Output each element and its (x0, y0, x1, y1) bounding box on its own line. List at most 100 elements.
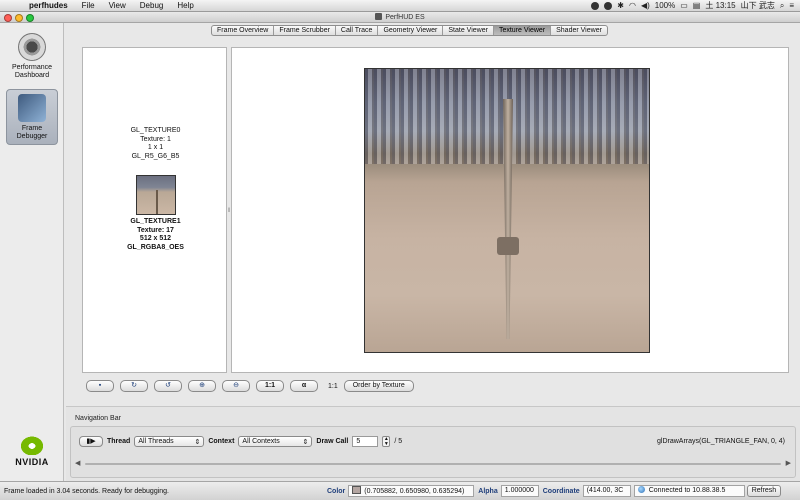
scrubber-track[interactable] (85, 463, 781, 465)
alpha-label: Alpha (478, 487, 498, 495)
bluetooth-icon[interactable]: ✱ (617, 1, 624, 10)
thread-value: All Threads (138, 438, 174, 445)
save-icon: ▪ (98, 382, 102, 389)
window-title: PerfHUD ES (0, 13, 800, 21)
alpha-toggle-button[interactable]: α (290, 380, 318, 392)
sync-icon[interactable] (604, 1, 613, 10)
menu-view[interactable]: View (102, 1, 133, 10)
spotlight-icon[interactable]: ⌕ (780, 1, 784, 11)
play-step-icon: ▮▶ (86, 438, 96, 445)
order-by-texture-button[interactable]: Order by Texture (343, 380, 414, 392)
connection-status: Connected to 10.88.38.5 (633, 485, 745, 497)
texture-view (231, 47, 789, 373)
menu-file[interactable]: File (75, 1, 102, 10)
tab-texture-viewer[interactable]: Texture Viewer (493, 26, 552, 35)
context-select[interactable]: All Contexts ⇕ (238, 436, 313, 447)
texture-format: GL_R5_G6_B5 (131, 152, 180, 160)
zoom-in-button[interactable]: ⊕ (188, 380, 216, 392)
frame-debugger-icon (18, 94, 46, 122)
texture-id: Texture: 17 (137, 226, 174, 234)
zoom-level: 1:1 (328, 382, 338, 390)
texture-image[interactable] (364, 68, 650, 353)
save-button[interactable]: ▪ (86, 380, 114, 392)
thread-label: Thread (107, 438, 131, 445)
tab-frame-scrubber[interactable]: Frame Scrubber (274, 26, 336, 35)
status-bar: Frame loaded in 3.04 seconds. Ready for … (0, 481, 800, 500)
scrub-right-icon[interactable]: ▶ (786, 459, 791, 467)
performance-dashboard-button[interactable]: Performance Dashboard (6, 33, 58, 80)
thread-select[interactable]: All Threads ⇕ (134, 436, 205, 447)
context-label: Context (208, 438, 235, 445)
menu-app[interactable]: perfhudes (22, 1, 75, 10)
frame-debugger-label: Frame Debugger (16, 125, 48, 140)
connection-text: Connected to 10.88.38.5 (648, 487, 726, 494)
frame-scrubber[interactable]: ◀ ▶ (75, 460, 791, 468)
color-field: (0.705882, 0.650980, 0.635294) (348, 485, 475, 497)
zoom-out-button[interactable]: ⊖ (222, 380, 250, 392)
texture-size: 512 x 512 (139, 235, 172, 242)
frame-debugger-button[interactable]: Frame Debugger (6, 89, 58, 145)
texture-unit: GL_TEXTURE0 (130, 127, 181, 134)
menu-help[interactable]: Help (170, 1, 200, 10)
wifi-icon[interactable]: ◠ (629, 1, 636, 10)
menu-extras: ✱ ◠ ◀) 100% ▭ ▤ 土 13:15 山下 武志 ⌕ ≡ (591, 0, 800, 11)
viewer-tabs: Frame Overview Frame Scrubber Call Trace… (211, 25, 608, 36)
gauge-icon (18, 33, 46, 61)
actual-size-button[interactable]: 1:1 (256, 380, 284, 392)
menu-user[interactable]: 山下 武志 (741, 0, 775, 11)
performance-dashboard-label: Performance Dashboard (11, 64, 53, 79)
zoom-out-icon: ⊖ (233, 382, 239, 389)
nvidia-wordmark: NVIDIA (15, 457, 49, 467)
status-message: Frame loaded in 3.04 seconds. Ready for … (4, 487, 169, 495)
menu-clock[interactable]: 土 13:15 (705, 0, 735, 11)
texture-toolbar: ▪ ↻ ↺ ⊕ ⊖ 1:1 α 1:1 Order by Texture (86, 380, 414, 392)
context-value: All Contexts (242, 438, 280, 445)
navigation-bar: Navigation Bar ▮▶ Thread All Threads ⇕ Co… (66, 406, 800, 481)
tab-frame-overview[interactable]: Frame Overview (212, 26, 275, 35)
tab-call-trace[interactable]: Call Trace (336, 26, 379, 35)
navigation-box: ▮▶ Thread All Threads ⇕ Context All Conte… (70, 426, 796, 478)
texture-format: GL_RGBA8_OES (127, 243, 184, 251)
draw-call-label: Draw Call (316, 438, 349, 445)
navigation-bar-title: Navigation Bar (75, 415, 121, 422)
tab-state-viewer[interactable]: State Viewer (443, 26, 494, 35)
scrub-left-icon[interactable]: ◀ (75, 459, 80, 467)
texture-size: 1 x 1 (147, 144, 164, 151)
status-app-icon[interactable] (591, 1, 600, 10)
menu-debug[interactable]: Debug (133, 1, 171, 10)
nvidia-logo: NVIDIA (8, 435, 56, 467)
chevron-down-icon: ⇕ (194, 438, 201, 446)
tab-shader-viewer[interactable]: Shader Viewer (551, 26, 607, 35)
texture-entry-0[interactable]: GL_TEXTURE0 Texture: 1 1 x 1 GL_R5_G6_B5 (83, 127, 228, 161)
rotate-cw-icon: ↻ (131, 382, 137, 389)
battery-level[interactable]: 100% (655, 1, 675, 10)
rotate-ccw-button[interactable]: ↺ (154, 380, 182, 392)
menu-bar: perfhudes File View Debug Help ✱ ◠ ◀) 10… (0, 0, 800, 12)
color-value: (0.705882, 0.650980, 0.635294) (364, 488, 465, 495)
step-button[interactable]: ▮▶ (79, 436, 103, 447)
tab-geometry-viewer[interactable]: Geometry Viewer (378, 26, 444, 35)
refresh-button[interactable]: Refresh (746, 485, 782, 497)
draw-call-input[interactable]: 5 (352, 436, 379, 447)
input-icon[interactable]: ▤ (693, 1, 701, 10)
zoom-in-icon: ⊕ (199, 382, 205, 389)
texture-unit: GL_TEXTURE1 (130, 218, 181, 225)
app-icon (375, 13, 383, 20)
rotate-cw-button[interactable]: ↻ (120, 380, 148, 392)
texture-entry-1[interactable]: GL_TEXTURE1 Texture: 17 512 x 512 GL_RGB… (83, 175, 228, 252)
globe-icon (637, 486, 645, 493)
current-call: glDrawArrays(GL_TRIANGLE_FAN, 0, 4) (657, 438, 785, 445)
texture-id: Texture: 1 (140, 135, 171, 143)
tower-deck (497, 237, 519, 255)
notification-icon[interactable]: ≡ (789, 1, 794, 10)
draw-call-stepper[interactable]: ▲ ▼ (382, 436, 391, 447)
navigation-controls: ▮▶ Thread All Threads ⇕ Context All Conte… (79, 436, 402, 447)
texture-thumbnail[interactable] (135, 175, 176, 215)
battery-icon: ▭ (680, 1, 688, 10)
sidebar: Performance Dashboard Frame Debugger NVI… (0, 23, 64, 481)
color-label: Color (327, 487, 346, 495)
draw-call-total: / 5 (394, 438, 403, 445)
main-panel: Frame Overview Frame Scrubber Call Trace… (66, 23, 800, 481)
nvidia-eye-icon (19, 435, 45, 455)
volume-icon[interactable]: ◀) (641, 1, 650, 10)
